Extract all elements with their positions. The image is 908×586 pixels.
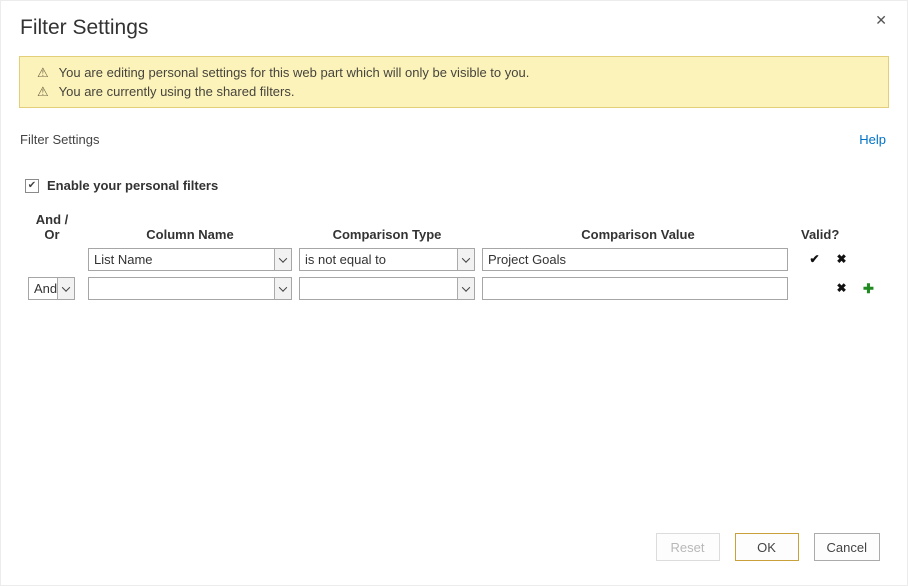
comparison-type-select-value (300, 278, 457, 299)
warning-banner: ⚠ You are editing personal settings for … (19, 56, 889, 108)
header-and-or-line1: And / (23, 212, 81, 227)
and-or-select[interactable]: And (28, 277, 75, 300)
row-actions: ✖ ✚ (801, 277, 908, 300)
chevron-down-icon (457, 249, 474, 270)
comparison-value-input[interactable] (482, 248, 788, 271)
header-and-or-line2: Or (23, 227, 81, 242)
titlebar: Filter Settings ✕ (1, 1, 907, 40)
column-name-select-value (89, 278, 274, 299)
section-header-row: Filter Settings Help (20, 132, 886, 147)
column-name-select[interactable]: List Name (88, 248, 292, 271)
page-title: Filter Settings (20, 16, 887, 40)
close-icon[interactable]: ✕ (875, 13, 887, 27)
section-label: Filter Settings (20, 132, 99, 147)
comparison-type-select[interactable] (299, 277, 475, 300)
comparison-value-input[interactable] (482, 277, 788, 300)
cancel-button[interactable]: Cancel (814, 533, 880, 561)
comparison-value-cell (482, 248, 794, 271)
valid-check-icon: ✔ (801, 248, 828, 271)
chevron-down-icon (457, 278, 474, 299)
and-or-cell: And (23, 277, 81, 300)
warning-line: ⚠ You are editing personal settings for … (30, 63, 878, 82)
reset-button: Reset (656, 533, 720, 561)
column-name-select-value: List Name (89, 249, 274, 270)
header-valid: Valid? (801, 227, 828, 242)
header-comparison-value: Comparison Value (482, 227, 794, 242)
footer-buttons: Reset OK Cancel (656, 533, 880, 561)
enable-personal-filters-label: Enable your personal filters (47, 178, 218, 193)
warning-icon: ⚠ (37, 63, 49, 82)
and-or-select-value: And (29, 278, 57, 299)
help-link[interactable]: Help (859, 132, 886, 147)
warning-text: You are editing personal settings for th… (59, 63, 530, 82)
add-row-icon[interactable]: ✚ (855, 277, 882, 300)
remove-row-icon[interactable]: ✖ (828, 248, 855, 271)
enable-personal-filters-checkbox[interactable]: ✔ (25, 179, 39, 193)
filter-table: And / Or Column Name Comparison Type Com… (23, 212, 907, 300)
warning-text: You are currently using the shared filte… (59, 82, 295, 101)
column-name-select[interactable] (88, 277, 292, 300)
header-comparison-type: Comparison Type (299, 227, 475, 242)
chevron-down-icon (274, 278, 291, 299)
warning-line: ⚠ You are currently using the shared fil… (30, 82, 878, 101)
chevron-down-icon (57, 278, 74, 299)
row-actions: ✔ ✖ (801, 248, 908, 271)
warning-icon: ⚠ (37, 82, 49, 101)
enable-personal-filters-row: ✔ Enable your personal filters (25, 178, 907, 193)
comparison-type-select-value: is not equal to (300, 249, 457, 270)
ok-button[interactable]: OK (735, 533, 799, 561)
filter-settings-dialog: Filter Settings ✕ ⚠ You are editing pers… (0, 0, 908, 586)
remove-row-icon[interactable]: ✖ (828, 277, 855, 300)
checkmark-icon: ✔ (28, 180, 36, 191)
chevron-down-icon (274, 249, 291, 270)
header-column-name: Column Name (88, 227, 292, 242)
header-and-or: And / Or (23, 212, 81, 242)
comparison-value-cell (482, 277, 794, 300)
comparison-type-select[interactable]: is not equal to (299, 248, 475, 271)
